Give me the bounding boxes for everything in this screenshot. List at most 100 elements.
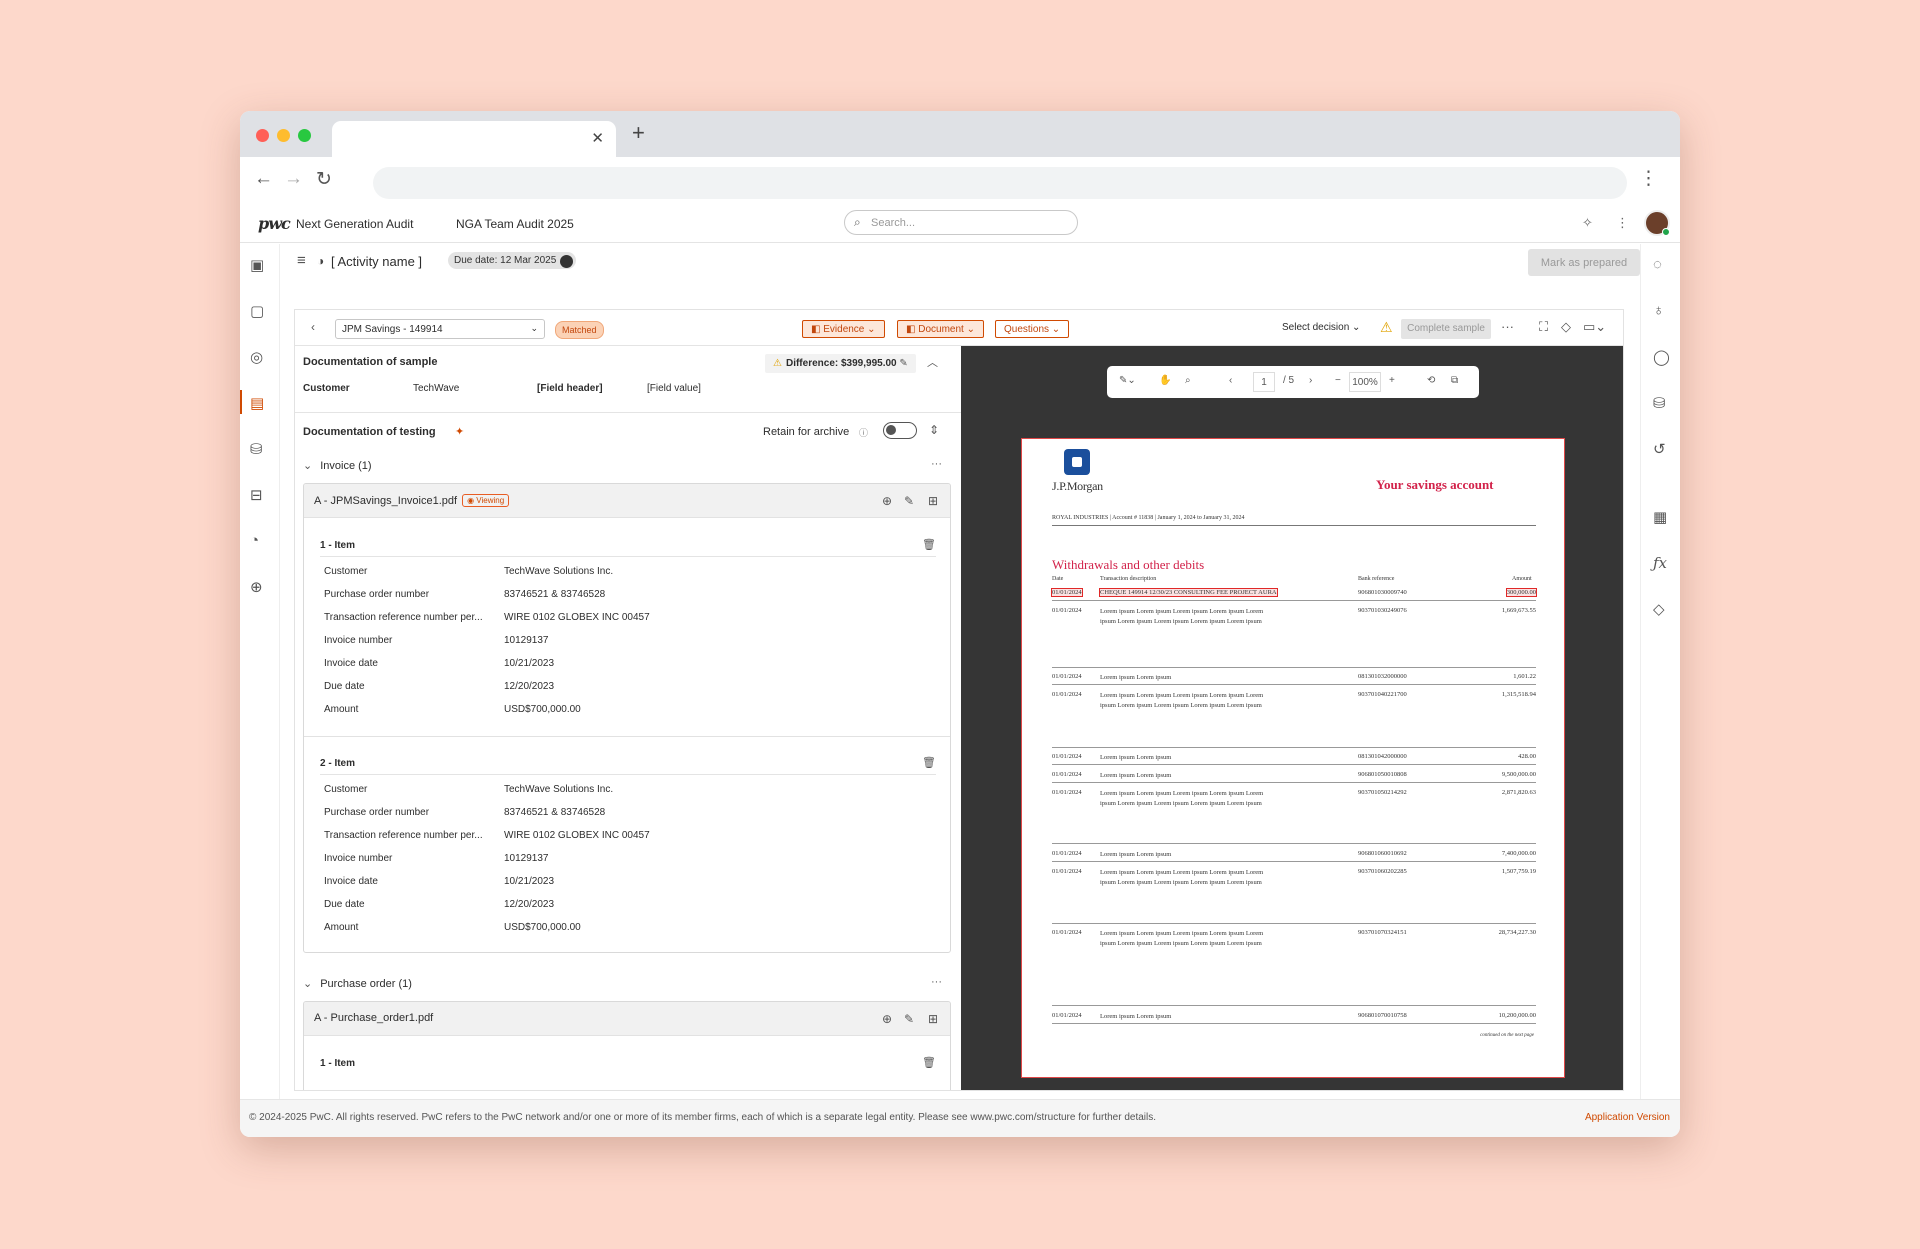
document-check-icon[interactable]: ▤ bbox=[250, 394, 264, 412]
globe-icon[interactable]: ⊕ bbox=[250, 578, 263, 596]
next-page-icon[interactable]: › bbox=[1309, 375, 1312, 386]
toggle-knob bbox=[886, 425, 896, 435]
calendar-check-icon[interactable]: ▣ bbox=[250, 256, 264, 274]
row-reference: 906801030009740 bbox=[1358, 589, 1407, 596]
zoom-search-icon[interactable]: ⌕ bbox=[1185, 375, 1191, 386]
clipboard-icon[interactable]: ▢ bbox=[250, 302, 264, 320]
tag-icon[interactable]: ◇ bbox=[1653, 600, 1665, 618]
expand-icon[interactable]: ⛶ bbox=[1539, 319, 1548, 335]
purchase-order-file-name[interactable]: A - Purchase_order1.pdf bbox=[314, 1012, 433, 1024]
field-value: 10/21/2023 bbox=[504, 658, 555, 669]
ai-chat-icon[interactable]: ◌ bbox=[1653, 256, 1662, 273]
online-status-dot bbox=[1662, 228, 1670, 236]
purchase-order-group-header[interactable]: ⌄ Purchase order (1) bbox=[303, 977, 412, 990]
mark-as-prepared-button[interactable]: Mark as prepared bbox=[1528, 249, 1640, 276]
prev-page-icon[interactable]: ‹ bbox=[1229, 375, 1232, 386]
complete-sample-button[interactable]: Complete sample bbox=[1401, 319, 1491, 339]
row-date: 01/01/2024 bbox=[1052, 868, 1082, 875]
new-tab-icon[interactable]: + bbox=[632, 120, 645, 146]
row-reference: 903701050214292 bbox=[1358, 789, 1407, 796]
invoice-file-name[interactable]: A - JPMSavings_Invoice1.pdf bbox=[314, 495, 457, 507]
tab-bar: ✕ + bbox=[240, 111, 1680, 157]
window-controls bbox=[256, 129, 319, 145]
row-reference: 903701030249076 bbox=[1358, 607, 1407, 614]
maximize-window-button[interactable] bbox=[298, 129, 311, 142]
edit-icon[interactable]: ✎ bbox=[904, 1012, 914, 1026]
comment-dropdown-icon[interactable]: ▭⌄ bbox=[1583, 319, 1606, 335]
user-avatar[interactable] bbox=[1644, 210, 1670, 236]
zoom-out-icon[interactable]: − bbox=[1335, 375, 1341, 386]
more-options-icon[interactable]: ··· bbox=[1501, 319, 1514, 334]
close-window-button[interactable] bbox=[256, 129, 269, 142]
target-icon[interactable]: ◎ bbox=[250, 348, 263, 366]
purchase-order-item-1: 1 - Item 🗑 bbox=[314, 1036, 942, 1090]
field-key: Transaction reference number per... bbox=[324, 830, 483, 841]
collapse-icon[interactable]: ︿ bbox=[927, 354, 938, 370]
sparkle-icon[interactable]: ✧ bbox=[1582, 215, 1593, 231]
field-value: 83746521 & 83746528 bbox=[504, 589, 606, 600]
purchase-order-group-title: Purchase order (1) bbox=[320, 978, 412, 990]
invoice-group-header[interactable]: ⌄ Invoice (1) bbox=[303, 459, 372, 472]
row-date: 01/01/2024 bbox=[1052, 607, 1082, 614]
evidence-button[interactable]: ◧ Evidence ⌄ bbox=[802, 320, 885, 338]
url-input[interactable] bbox=[373, 167, 1627, 199]
settings-table-icon[interactable]: ⊞ bbox=[928, 1012, 938, 1026]
zoom-in-icon[interactable]: + bbox=[1389, 375, 1395, 386]
engagement-name[interactable]: NGA Team Audit 2025 bbox=[456, 217, 574, 231]
back-chevron-icon[interactable]: ‹ bbox=[311, 320, 315, 334]
edit-icon[interactable]: ✎ bbox=[904, 494, 914, 508]
more-icon[interactable]: ··· bbox=[931, 458, 942, 470]
sample-select[interactable]: JPM Savings - 149914 ⌄ bbox=[335, 319, 545, 339]
questions-button[interactable]: Questions ⌄ bbox=[995, 320, 1070, 338]
row-amount: 28,734,227.30 bbox=[1498, 929, 1536, 936]
application-version-link[interactable]: Application Version bbox=[1585, 1112, 1670, 1123]
select-decision-dropdown[interactable]: Select decision ⌄ bbox=[1282, 322, 1360, 333]
retain-toggle[interactable] bbox=[883, 422, 917, 439]
database-icon[interactable]: ⛁ bbox=[250, 440, 263, 458]
lightbulb-icon[interactable]: ♁ bbox=[1653, 302, 1664, 319]
hamburger-menu-icon[interactable]: ≡ bbox=[297, 252, 306, 269]
browser-menu-icon[interactable]: ⋮ bbox=[1639, 167, 1658, 190]
trash-icon[interactable]: 🗑 bbox=[922, 1056, 936, 1069]
col-date: Date bbox=[1052, 576, 1064, 582]
collapse-all-icon[interactable]: ⇕ bbox=[929, 423, 939, 437]
hand-pan-icon[interactable]: ✋ bbox=[1159, 375, 1171, 386]
assignee-avatar bbox=[560, 255, 574, 268]
search-input[interactable]: ⌕ Search... bbox=[844, 210, 1078, 235]
app-header: pwc Next Generation Audit NGA Team Audit… bbox=[240, 203, 1680, 243]
formula-icon[interactable]: ƒx bbox=[1653, 554, 1667, 572]
row-reference: 081301032000000 bbox=[1358, 673, 1407, 680]
minimize-window-button[interactable] bbox=[277, 129, 290, 142]
chart-search-icon[interactable]: ◔ bbox=[250, 532, 259, 549]
zoom-level[interactable]: 100% bbox=[1349, 372, 1381, 392]
history-icon[interactable]: ↺ bbox=[1653, 440, 1666, 458]
back-icon[interactable]: ← bbox=[254, 168, 273, 190]
annotate-dropdown-icon[interactable]: ✎⌄ bbox=[1119, 375, 1136, 386]
add-icon[interactable]: ⊕ bbox=[882, 494, 892, 508]
field-value: 83746521 & 83746528 bbox=[504, 807, 606, 818]
database-icon[interactable]: ⛁ bbox=[1653, 394, 1666, 412]
edit-icon[interactable]: ✎ bbox=[899, 358, 907, 369]
comment-icon[interactable]: ◯ bbox=[1653, 348, 1670, 366]
copy-page-icon[interactable]: ⧉ bbox=[1451, 375, 1458, 386]
close-tab-icon[interactable]: ✕ bbox=[591, 129, 604, 147]
settings-table-icon[interactable]: ⊞ bbox=[928, 494, 938, 508]
document-button[interactable]: ◧ Document ⌄ bbox=[897, 320, 984, 338]
more-icon[interactable]: ⋮ bbox=[1616, 215, 1629, 231]
briefcase-icon[interactable]: ⊟ bbox=[250, 486, 263, 504]
reload-icon[interactable]: ↻ bbox=[316, 168, 332, 191]
row-reference: 903701040221700 bbox=[1358, 691, 1407, 698]
trash-icon[interactable]: 🗑 bbox=[922, 756, 936, 769]
trash-icon[interactable]: 🗑 bbox=[922, 538, 936, 551]
row-description: Lorem ipsum Lorem ipsum Lorem ipsum Lore… bbox=[1100, 608, 1264, 625]
divider bbox=[295, 412, 961, 413]
calculator-icon[interactable]: ▦ bbox=[1653, 508, 1667, 526]
forward-icon[interactable]: → bbox=[284, 168, 303, 190]
rotate-icon[interactable]: ⟲ bbox=[1427, 375, 1435, 386]
page-number-input[interactable]: 1 bbox=[1253, 372, 1275, 392]
browser-tab[interactable]: ✕ bbox=[332, 121, 616, 157]
add-icon[interactable]: ⊕ bbox=[882, 1012, 892, 1026]
tag-icon[interactable]: ◇ bbox=[1561, 319, 1571, 335]
statement-title: Your savings account bbox=[1376, 477, 1494, 492]
more-icon[interactable]: ··· bbox=[931, 976, 942, 988]
